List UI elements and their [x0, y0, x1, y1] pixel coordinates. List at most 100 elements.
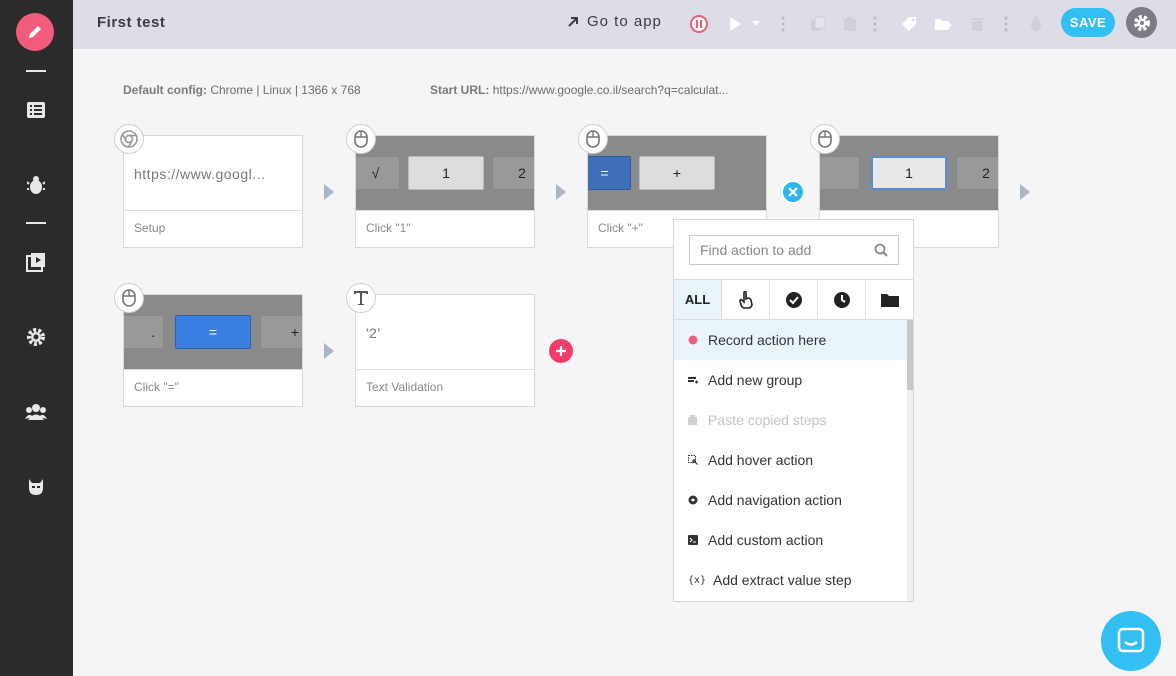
- list-item-label: Add navigation action: [708, 492, 842, 508]
- copy-icon[interactable]: [808, 14, 828, 34]
- mouse-icon: [346, 124, 376, 154]
- chat-widget-icon[interactable]: [1101, 611, 1161, 671]
- calc-key: √: [356, 156, 400, 190]
- runs-icon[interactable]: [25, 251, 47, 273]
- tab-groups[interactable]: [866, 280, 913, 319]
- top-bar: First test Go to app SAVE: [73, 0, 1176, 49]
- step-thumbnail: = +: [588, 136, 766, 210]
- action-list-scrollbar[interactable]: [907, 320, 913, 601]
- add-folder-icon[interactable]: [933, 14, 953, 34]
- step-caption: Click "1": [356, 210, 534, 247]
- calc-key: 2: [956, 156, 998, 190]
- find-action-input[interactable]: Find action to add: [689, 235, 899, 265]
- extract-icon: {x}: [688, 574, 707, 586]
- bug-icon[interactable]: [25, 174, 47, 196]
- action-filter-tabs: ALL: [674, 279, 913, 320]
- team-icon[interactable]: [25, 401, 47, 423]
- trash-icon[interactable]: [967, 14, 987, 34]
- default-config: Default config: Chrome | Linux | 1366 x …: [123, 83, 361, 97]
- list-item-record-action[interactable]: Record action here: [674, 320, 907, 360]
- step-thumbnail: 1 2: [820, 136, 998, 210]
- mouse-icon: [578, 124, 608, 154]
- external-arrow-icon: [568, 16, 578, 27]
- paste-icon[interactable]: [840, 14, 860, 34]
- step-card-click-1[interactable]: √ 1 2 Click "1": [355, 135, 535, 248]
- tests-list-icon[interactable]: [25, 99, 47, 121]
- find-action-placeholder: Find action to add: [700, 242, 812, 258]
- go-to-app-button[interactable]: Go to app: [567, 13, 662, 30]
- step-card-click-equals[interactable]: . = + Click "=": [123, 294, 303, 407]
- calc-key: +: [260, 315, 302, 349]
- flow-arrow: [556, 184, 566, 200]
- tab-interactions[interactable]: [722, 280, 770, 319]
- step-thumbnail: '2': [356, 295, 534, 369]
- sidebar-divider: [26, 70, 46, 72]
- tag-icon[interactable]: [899, 14, 919, 34]
- test-settings-gear-icon[interactable]: [1126, 7, 1157, 38]
- sidebar-divider: [26, 222, 46, 224]
- start-url-label: Start URL:: [430, 83, 490, 97]
- chevron-down-icon[interactable]: [749, 14, 763, 34]
- list-item-paste-steps: Paste copied steps: [674, 400, 907, 440]
- step-thumbnail: √ 1 2: [356, 136, 534, 210]
- calc-key: +: [639, 156, 715, 190]
- start-url-value[interactable]: https://www.google.co.il/search?q=calcul…: [493, 83, 729, 97]
- flow-arrow: [324, 343, 334, 359]
- go-to-app-label: Go to app: [587, 13, 662, 30]
- paste-icon: [688, 415, 708, 425]
- chrome-icon: [114, 124, 144, 154]
- test-title[interactable]: First test: [97, 14, 165, 31]
- list-item-extract-value[interactable]: {x} Add extract value step: [674, 560, 907, 600]
- tab-validations[interactable]: [770, 280, 818, 319]
- settings-icon[interactable]: [25, 326, 47, 348]
- hover-icon: [688, 455, 708, 465]
- step-caption: Text Validation: [356, 369, 534, 406]
- close-icon[interactable]: [781, 180, 805, 204]
- list-item-navigation-action[interactable]: Add navigation action: [674, 480, 907, 520]
- debug-bug-icon[interactable]: [1026, 14, 1046, 34]
- list-item-add-group[interactable]: Add new group: [674, 360, 907, 400]
- add-step-plus-icon[interactable]: [549, 339, 573, 363]
- navigation-icon: [688, 495, 708, 505]
- default-config-label: Default config:: [123, 83, 207, 97]
- calc-key: .: [124, 315, 164, 349]
- folder-icon: [880, 293, 899, 307]
- step-thumbnail: . = +: [124, 295, 302, 369]
- start-url: Start URL: https://www.google.co.il/sear…: [430, 83, 728, 97]
- flow-arrow: [1020, 184, 1030, 200]
- step-caption: Click "=": [124, 369, 302, 406]
- list-item-label: Add custom action: [708, 532, 824, 548]
- tab-waits[interactable]: [818, 280, 866, 319]
- step-thumbnail: https://www.googl...: [124, 136, 302, 210]
- more-vertical-icon[interactable]: [870, 14, 880, 34]
- calc-key: 1: [408, 156, 484, 190]
- more-vertical-icon[interactable]: [1001, 14, 1011, 34]
- profile-mask-icon[interactable]: [25, 476, 47, 498]
- record-icon: [688, 335, 708, 345]
- custom-icon: [688, 535, 708, 545]
- step-caption: Setup: [124, 210, 302, 247]
- list-item-hover-action[interactable]: Add hover action: [674, 440, 907, 480]
- calc-key: [820, 156, 860, 190]
- hand-pointer-icon: [738, 290, 753, 309]
- save-button[interactable]: SAVE: [1061, 8, 1115, 37]
- stop-record-icon[interactable]: [689, 14, 709, 34]
- default-config-value[interactable]: Chrome | Linux | 1366 x 768: [210, 83, 360, 97]
- step-card-text-validation[interactable]: '2' Text Validation: [355, 294, 535, 407]
- tab-all[interactable]: ALL: [674, 280, 722, 319]
- calc-key: =: [588, 156, 631, 190]
- more-vertical-icon[interactable]: [778, 14, 788, 34]
- flow-arrow: [324, 184, 334, 200]
- play-icon[interactable]: [725, 14, 745, 34]
- edit-logo-icon[interactable]: [16, 13, 54, 51]
- list-item-custom-action[interactable]: Add custom action: [674, 520, 907, 560]
- list-item-label: Paste copied steps: [708, 412, 827, 428]
- calc-key: 1: [871, 156, 947, 190]
- mouse-icon: [114, 283, 144, 313]
- scrollbar-thumb[interactable]: [907, 320, 913, 390]
- search-icon: [874, 243, 888, 257]
- sidebar: [0, 0, 73, 676]
- step-card-setup[interactable]: https://www.googl... Setup: [123, 135, 303, 248]
- calc-key: 2: [492, 156, 534, 190]
- action-list: Record action here Add new group Paste c…: [674, 320, 907, 601]
